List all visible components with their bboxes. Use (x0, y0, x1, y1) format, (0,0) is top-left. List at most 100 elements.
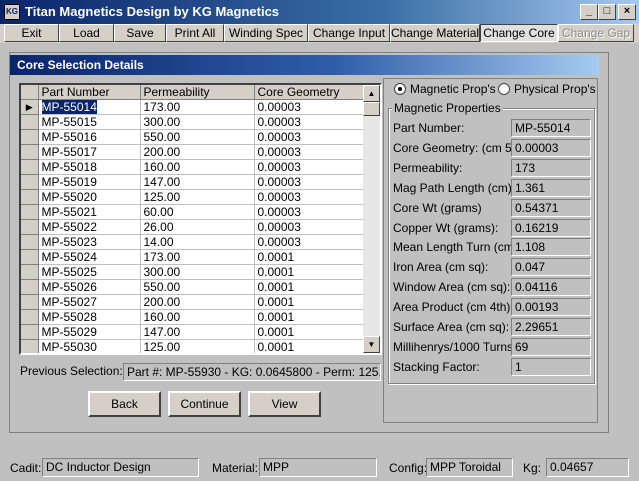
cell-permeability[interactable]: 147.00 (140, 324, 255, 340)
row-header[interactable] (21, 144, 39, 160)
menu-save-button[interactable]: Save (114, 24, 166, 42)
table-row[interactable]: MP-55023 14.00 0.00003 (21, 234, 365, 250)
cell-part-number[interactable]: MP-55018 (38, 159, 141, 175)
menu-print-all-button[interactable]: Print All (166, 24, 224, 42)
cell-permeability[interactable]: 160.00 (140, 159, 255, 175)
row-header[interactable] (21, 339, 39, 353)
cell-core-geometry[interactable]: 0.00003 (254, 159, 365, 175)
scroll-thumb[interactable] (363, 102, 380, 116)
cell-part-number[interactable]: MP-55026 (38, 279, 141, 295)
core-grid[interactable]: Part Number Permeability Core Geometry ▶… (19, 83, 382, 355)
cell-core-geometry[interactable]: 0.0001 (254, 324, 365, 340)
cell-core-geometry[interactable]: 0.00003 (254, 114, 365, 130)
cell-part-number[interactable]: MP-55023 (38, 234, 141, 250)
maximize-icon[interactable]: □ (598, 4, 616, 20)
row-header[interactable] (21, 114, 39, 130)
cell-core-geometry[interactable]: 0.00003 (254, 219, 365, 235)
row-header[interactable] (21, 129, 39, 145)
cell-part-number[interactable]: MP-55028 (38, 309, 141, 325)
table-row[interactable]: MP-55022 26.00 0.00003 (21, 219, 365, 235)
row-header[interactable] (21, 249, 39, 265)
cell-permeability[interactable]: 160.00 (140, 309, 255, 325)
cell-part-number[interactable]: MP-55024 (38, 249, 141, 265)
cell-permeability[interactable]: 200.00 (140, 294, 255, 310)
cell-part-number[interactable]: MP-55014 (38, 99, 141, 115)
cell-core-geometry[interactable]: 0.0001 (254, 249, 365, 265)
row-header[interactable] (21, 174, 39, 190)
table-row[interactable]: MP-55021 60.00 0.00003 (21, 204, 365, 220)
table-row[interactable]: MP-55027 200.00 0.0001 (21, 294, 365, 310)
radio-magnetic-props[interactable] (394, 83, 406, 95)
menu-winding-spec-button[interactable]: Winding Spec (224, 24, 308, 42)
cell-core-geometry[interactable]: 0.0001 (254, 339, 365, 353)
back-button[interactable]: Back (88, 391, 161, 417)
scroll-down-icon[interactable]: ▼ (363, 336, 380, 353)
row-header[interactable] (21, 159, 39, 175)
cell-part-number[interactable]: MP-55020 (38, 189, 141, 205)
menu-load-button[interactable]: Load (59, 24, 114, 42)
row-header[interactable] (21, 219, 39, 235)
menu-change-input-button[interactable]: Change Input (308, 24, 390, 42)
menu-change-core-button[interactable]: Change Core (480, 24, 558, 42)
row-header[interactable] (21, 264, 39, 280)
table-row[interactable]: MP-55018 160.00 0.00003 (21, 159, 365, 175)
radio-magnetic-label[interactable]: Magnetic Prop's (410, 82, 496, 96)
close-icon[interactable]: × (618, 4, 636, 20)
cell-permeability[interactable]: 550.00 (140, 129, 255, 145)
cell-permeability[interactable]: 60.00 (140, 204, 255, 220)
row-pointer-icon[interactable]: ▶ (21, 99, 39, 115)
cell-part-number[interactable]: MP-55025 (38, 264, 141, 280)
menu-exit-button[interactable]: Exit (4, 24, 59, 42)
cell-core-geometry[interactable]: 0.00003 (254, 129, 365, 145)
radio-physical-props[interactable] (498, 83, 510, 95)
col-header-part-number[interactable]: Part Number (38, 85, 141, 100)
cell-permeability[interactable]: 300.00 (140, 114, 255, 130)
minimize-icon[interactable]: _ (580, 4, 598, 20)
cell-part-number[interactable]: MP-55021 (38, 204, 141, 220)
cell-core-geometry[interactable]: 0.00003 (254, 99, 365, 115)
radio-physical-label[interactable]: Physical Prop's (514, 82, 596, 96)
cell-permeability[interactable]: 300.00 (140, 264, 255, 280)
table-row[interactable]: MP-55028 160.00 0.0001 (21, 309, 365, 325)
cell-permeability[interactable]: 173.00 (140, 249, 255, 265)
table-row[interactable]: MP-55020 125.00 0.00003 (21, 189, 365, 205)
cell-part-number[interactable]: MP-55030 (38, 339, 141, 353)
view-button[interactable]: View (248, 391, 321, 417)
row-header[interactable] (21, 324, 39, 340)
cell-core-geometry[interactable]: 0.0001 (254, 279, 365, 295)
cell-core-geometry[interactable]: 0.0001 (254, 264, 365, 280)
row-header[interactable] (21, 189, 39, 205)
row-header[interactable] (21, 204, 39, 220)
menu-change-material-button[interactable]: Change Material (390, 24, 480, 42)
cell-permeability[interactable]: 125.00 (140, 189, 255, 205)
cell-core-geometry[interactable]: 0.0001 (254, 309, 365, 325)
cell-core-geometry[interactable]: 0.00003 (254, 174, 365, 190)
row-header[interactable] (21, 234, 39, 250)
cell-permeability[interactable]: 26.00 (140, 219, 255, 235)
table-row[interactable]: MP-55026 550.00 0.0001 (21, 279, 365, 295)
cell-permeability[interactable]: 550.00 (140, 279, 255, 295)
cell-part-number[interactable]: MP-55029 (38, 324, 141, 340)
scroll-up-icon[interactable]: ▲ (363, 85, 380, 102)
table-row[interactable]: MP-55017 200.00 0.00003 (21, 144, 365, 160)
table-row[interactable]: MP-55025 300.00 0.0001 (21, 264, 365, 280)
table-row[interactable]: ▶ MP-55014 173.00 0.00003 (21, 99, 365, 115)
cell-part-number[interactable]: MP-55017 (38, 144, 141, 160)
table-row[interactable]: MP-55030 125.00 0.0001 (21, 339, 365, 353)
cell-core-geometry[interactable]: 0.00003 (254, 144, 365, 160)
cell-core-geometry[interactable]: 0.00003 (254, 204, 365, 220)
cell-core-geometry[interactable]: 0.00003 (254, 189, 365, 205)
table-row[interactable]: MP-55024 173.00 0.0001 (21, 249, 365, 265)
col-header-permeability[interactable]: Permeability (140, 85, 255, 100)
grid-vertical-scrollbar[interactable] (363, 85, 380, 353)
row-header[interactable] (21, 309, 39, 325)
col-header-core-geometry[interactable]: Core Geometry (254, 85, 365, 100)
cell-permeability[interactable]: 147.00 (140, 174, 255, 190)
cell-permeability[interactable]: 200.00 (140, 144, 255, 160)
cell-core-geometry[interactable]: 0.00003 (254, 234, 365, 250)
row-header[interactable] (21, 294, 39, 310)
row-header[interactable] (21, 279, 39, 295)
cell-part-number[interactable]: MP-55027 (38, 294, 141, 310)
table-row[interactable]: MP-55019 147.00 0.00003 (21, 174, 365, 190)
cell-part-number[interactable]: MP-55019 (38, 174, 141, 190)
